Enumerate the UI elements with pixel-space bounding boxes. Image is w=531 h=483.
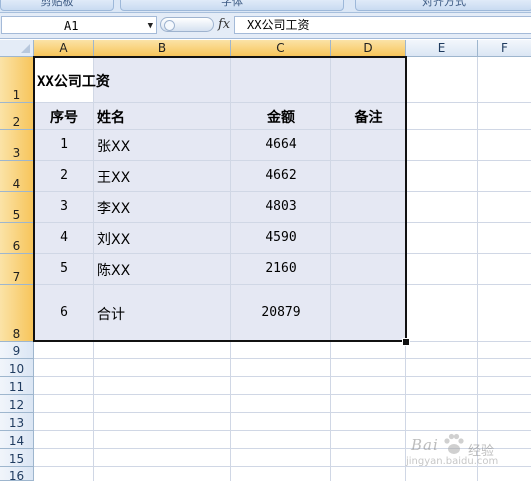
row-header-3[interactable]: 3	[0, 130, 34, 161]
seq-cell[interactable]: 6	[34, 305, 94, 320]
gridline	[34, 448, 531, 449]
gridline	[34, 376, 531, 377]
ribbon-group-label: 字体	[221, 0, 243, 8]
row-header-5[interactable]: 5	[0, 192, 34, 223]
gridline	[34, 358, 531, 359]
row-header-8[interactable]: 8	[0, 285, 34, 342]
chevron-down-icon[interactable]: ▼	[148, 17, 153, 35]
column-header-f[interactable]: F	[478, 40, 531, 57]
row-number: 15	[8, 452, 25, 466]
amount-cell[interactable]: 4803	[231, 199, 331, 214]
row-header-6[interactable]: 6	[0, 223, 34, 254]
header-note-cell[interactable]: 备注	[331, 107, 406, 127]
name-cell[interactable]: 王XX	[97, 167, 130, 187]
name-cell[interactable]: 李XX	[97, 198, 130, 218]
row-number: 11	[8, 380, 25, 394]
column-header-b[interactable]: B	[94, 40, 231, 57]
row-header-4[interactable]: 4	[0, 161, 34, 192]
row-number: 14	[8, 434, 25, 448]
total-amount-cell[interactable]: 20879	[231, 305, 331, 320]
column-header-d[interactable]: D	[331, 40, 406, 57]
formula-controls: fx	[160, 16, 232, 34]
row-number: 16	[8, 469, 25, 483]
column-header-e[interactable]: E	[406, 40, 478, 57]
formula-input[interactable]: XX公司工资	[234, 16, 531, 34]
name-cell[interactable]: 陈XX	[97, 260, 130, 280]
resize-knob-icon	[164, 20, 175, 31]
row-number: 5	[12, 208, 21, 222]
header-name-cell[interactable]: 姓名	[97, 107, 125, 127]
row-header-12[interactable]: 12	[0, 395, 34, 413]
ribbon-group-label: 对齐方式	[422, 0, 466, 8]
spreadsheet-grid[interactable]: A B C D E F 1 2 3 4 5 6 7 8 9 10 11 12 1…	[0, 40, 531, 483]
seq-cell[interactable]: 5	[34, 261, 94, 276]
row-number: 1	[12, 88, 21, 102]
column-header-c[interactable]: C	[231, 40, 331, 57]
row-number: 2	[12, 115, 21, 129]
fill-handle[interactable]	[402, 338, 410, 346]
formula-bar-resize-handle[interactable]	[160, 17, 214, 32]
name-cell[interactable]: 刘XX	[97, 229, 130, 249]
row-number: 4	[12, 177, 21, 191]
seq-cell[interactable]: 2	[34, 168, 94, 183]
row-header-2[interactable]: 2	[0, 103, 34, 130]
ribbon-strip: 剪贴板 字体 对齐方式	[0, 0, 531, 13]
name-box-value: A1	[64, 19, 79, 33]
row-header-7[interactable]: 7	[0, 254, 34, 285]
seq-cell[interactable]: 4	[34, 230, 94, 245]
row-number: 7	[12, 270, 21, 284]
amount-cell[interactable]: 4664	[231, 137, 331, 152]
row-number: 3	[12, 146, 21, 160]
row-header-13[interactable]: 13	[0, 413, 34, 431]
total-label-cell[interactable]: 合计	[97, 304, 125, 324]
seq-cell[interactable]: 3	[34, 199, 94, 214]
formula-bar: A1 ▼ fx XX公司工资	[0, 13, 531, 39]
row-number: 8	[12, 327, 21, 341]
gridline	[34, 412, 531, 413]
gridline	[477, 57, 478, 481]
row-number: 12	[8, 398, 25, 412]
ribbon-group-clipboard[interactable]: 剪贴板	[0, 0, 114, 11]
row-number: 13	[8, 416, 25, 430]
gridline	[34, 430, 531, 431]
row-header-10[interactable]: 10	[0, 359, 34, 377]
row-number: 6	[12, 239, 21, 253]
seq-cell[interactable]: 1	[34, 137, 94, 152]
row-header-16[interactable]: 16	[0, 467, 34, 483]
ribbon-group-label: 剪贴板	[40, 0, 74, 8]
row-header-11[interactable]: 11	[0, 377, 34, 395]
name-box[interactable]: A1 ▼	[1, 16, 157, 34]
name-cell[interactable]: 张XX	[97, 136, 130, 156]
row-number: 9	[12, 344, 21, 358]
amount-cell[interactable]: 2160	[231, 261, 331, 276]
header-amount-cell[interactable]: 金额	[231, 107, 331, 127]
sheet-title-cell[interactable]: XX公司工资	[37, 71, 110, 91]
amount-cell[interactable]: 4590	[231, 230, 331, 245]
header-seq-cell[interactable]: 序号	[34, 107, 94, 127]
row-header-14[interactable]: 14	[0, 431, 34, 449]
gridline	[34, 466, 531, 467]
gridline	[34, 394, 531, 395]
ribbon-group-alignment[interactable]: 对齐方式	[355, 0, 531, 11]
insert-function-icon[interactable]: fx	[218, 16, 230, 34]
ribbon-group-font[interactable]: 字体	[120, 0, 344, 11]
row-number: 10	[8, 362, 25, 376]
select-all-icon	[21, 44, 30, 53]
column-header-a[interactable]: A	[34, 40, 94, 57]
row-header-1[interactable]: 1	[0, 57, 34, 103]
row-header-15[interactable]: 15	[0, 449, 34, 467]
select-all-corner[interactable]	[0, 40, 34, 57]
row-header-9[interactable]: 9	[0, 342, 34, 359]
amount-cell[interactable]: 4662	[231, 168, 331, 183]
